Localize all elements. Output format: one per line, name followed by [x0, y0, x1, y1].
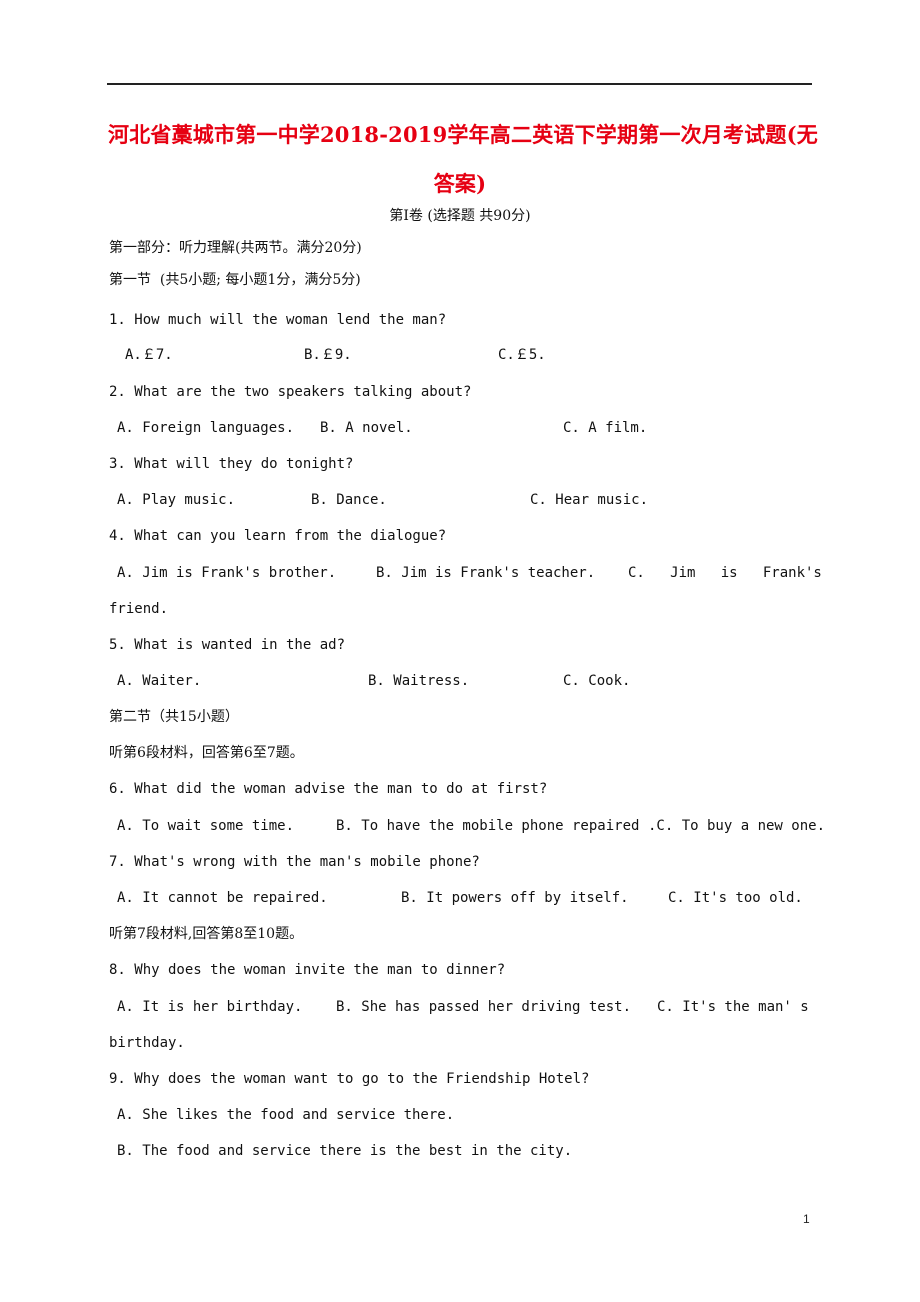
- question-5-stem: 5. What is wanted in the ad?: [109, 637, 346, 653]
- question-8-option-a: A. It is her birthday.: [117, 999, 303, 1015]
- question-7-option-a: A. It cannot be repaired.: [117, 890, 328, 906]
- question-4-option-b: B. Jim is Frank's teacher.: [376, 565, 596, 581]
- section2-heading: 第二节（共15小题）: [109, 709, 239, 725]
- question-7-stem: 7. What's wrong with the man's mobile ph…: [109, 854, 480, 870]
- question-2-option-c: C. A film.: [563, 420, 648, 436]
- question-6-stem: 6. What did the woman advise the man to …: [109, 781, 548, 797]
- question-8-stem: 8. Why does the woman invite the man to …: [109, 962, 506, 978]
- material-6-instruction: 听第6段材料，回答第6至7题。: [109, 745, 304, 761]
- question-1-option-b: B.￡9.: [304, 347, 352, 363]
- question-2-option-b: B. A novel.: [320, 420, 413, 436]
- document-title-line-1: 河北省藁城市第一中学2018-2019学年高二英语下学期第一次月考试题(无: [108, 122, 818, 147]
- question-3-option-c: C. Hear music.: [530, 492, 649, 508]
- question-1-stem: 1. How much will the woman lend the man?: [109, 312, 447, 328]
- document-page: 河北省藁城市第一中学2018-2019学年高二英语下学期第一次月考试题(无 答案…: [0, 0, 920, 1302]
- question-4-option-c: C. Jim is Frank's: [628, 565, 822, 581]
- question-3-stem: 3. What will they do tonight?: [109, 456, 354, 472]
- question-4-option-c-continuation: friend.: [109, 601, 169, 617]
- question-8-option-b: B. She has passed her driving test.: [336, 999, 632, 1015]
- part1-heading: 第一部分：听力理解(共两节。满分20分): [109, 240, 362, 256]
- question-4-stem: 4. What can you learn from the dialogue?: [109, 528, 447, 544]
- question-3-option-b: B. Dance.: [311, 492, 387, 508]
- material-7-instruction: 听第7段材料,回答第8至10题。: [109, 926, 304, 942]
- question-7-option-c: C. It's too old.: [668, 890, 803, 906]
- question-6-option-c: .C. To buy a new one.: [648, 818, 826, 834]
- question-2-stem: 2. What are the two speakers talking abo…: [109, 384, 472, 400]
- question-9-stem: 9. Why does the woman want to go to the …: [109, 1071, 590, 1087]
- question-8-option-c: C. It's the man' s: [657, 999, 809, 1015]
- question-5-option-b: B. Waitress.: [368, 673, 470, 689]
- question-5-option-c: C. Cook.: [563, 673, 631, 689]
- header-rule: [107, 83, 812, 85]
- question-1-option-c: C.￡5.: [498, 347, 546, 363]
- question-8-option-c-continuation: birthday.: [109, 1035, 185, 1051]
- document-title-line-2: 答案): [433, 171, 487, 196]
- question-1-option-a: A.￡7.: [125, 347, 173, 363]
- question-3-option-a: A. Play music.: [117, 492, 236, 508]
- page-number: 1: [803, 1212, 810, 1226]
- question-2-option-a: A. Foreign languages.: [117, 420, 295, 436]
- question-9-option-b: B. The food and service there is the bes…: [117, 1143, 573, 1159]
- question-6-option-a: A. To wait some time.: [117, 818, 295, 834]
- volume-heading: 第Ⅰ卷 (选择题 共90分): [389, 208, 531, 224]
- question-4-option-a: A. Jim is Frank's brother.: [117, 565, 337, 581]
- question-7-option-b: B. It powers off by itself.: [401, 890, 629, 906]
- section1-heading: 第一节 (共5小题; 每小题1分，满分5分): [109, 272, 361, 288]
- question-5-option-a: A. Waiter.: [117, 673, 202, 689]
- question-6-option-b: B. To have the mobile phone repaired: [336, 818, 640, 834]
- question-9-option-a: A. She likes the food and service there.: [117, 1107, 455, 1123]
